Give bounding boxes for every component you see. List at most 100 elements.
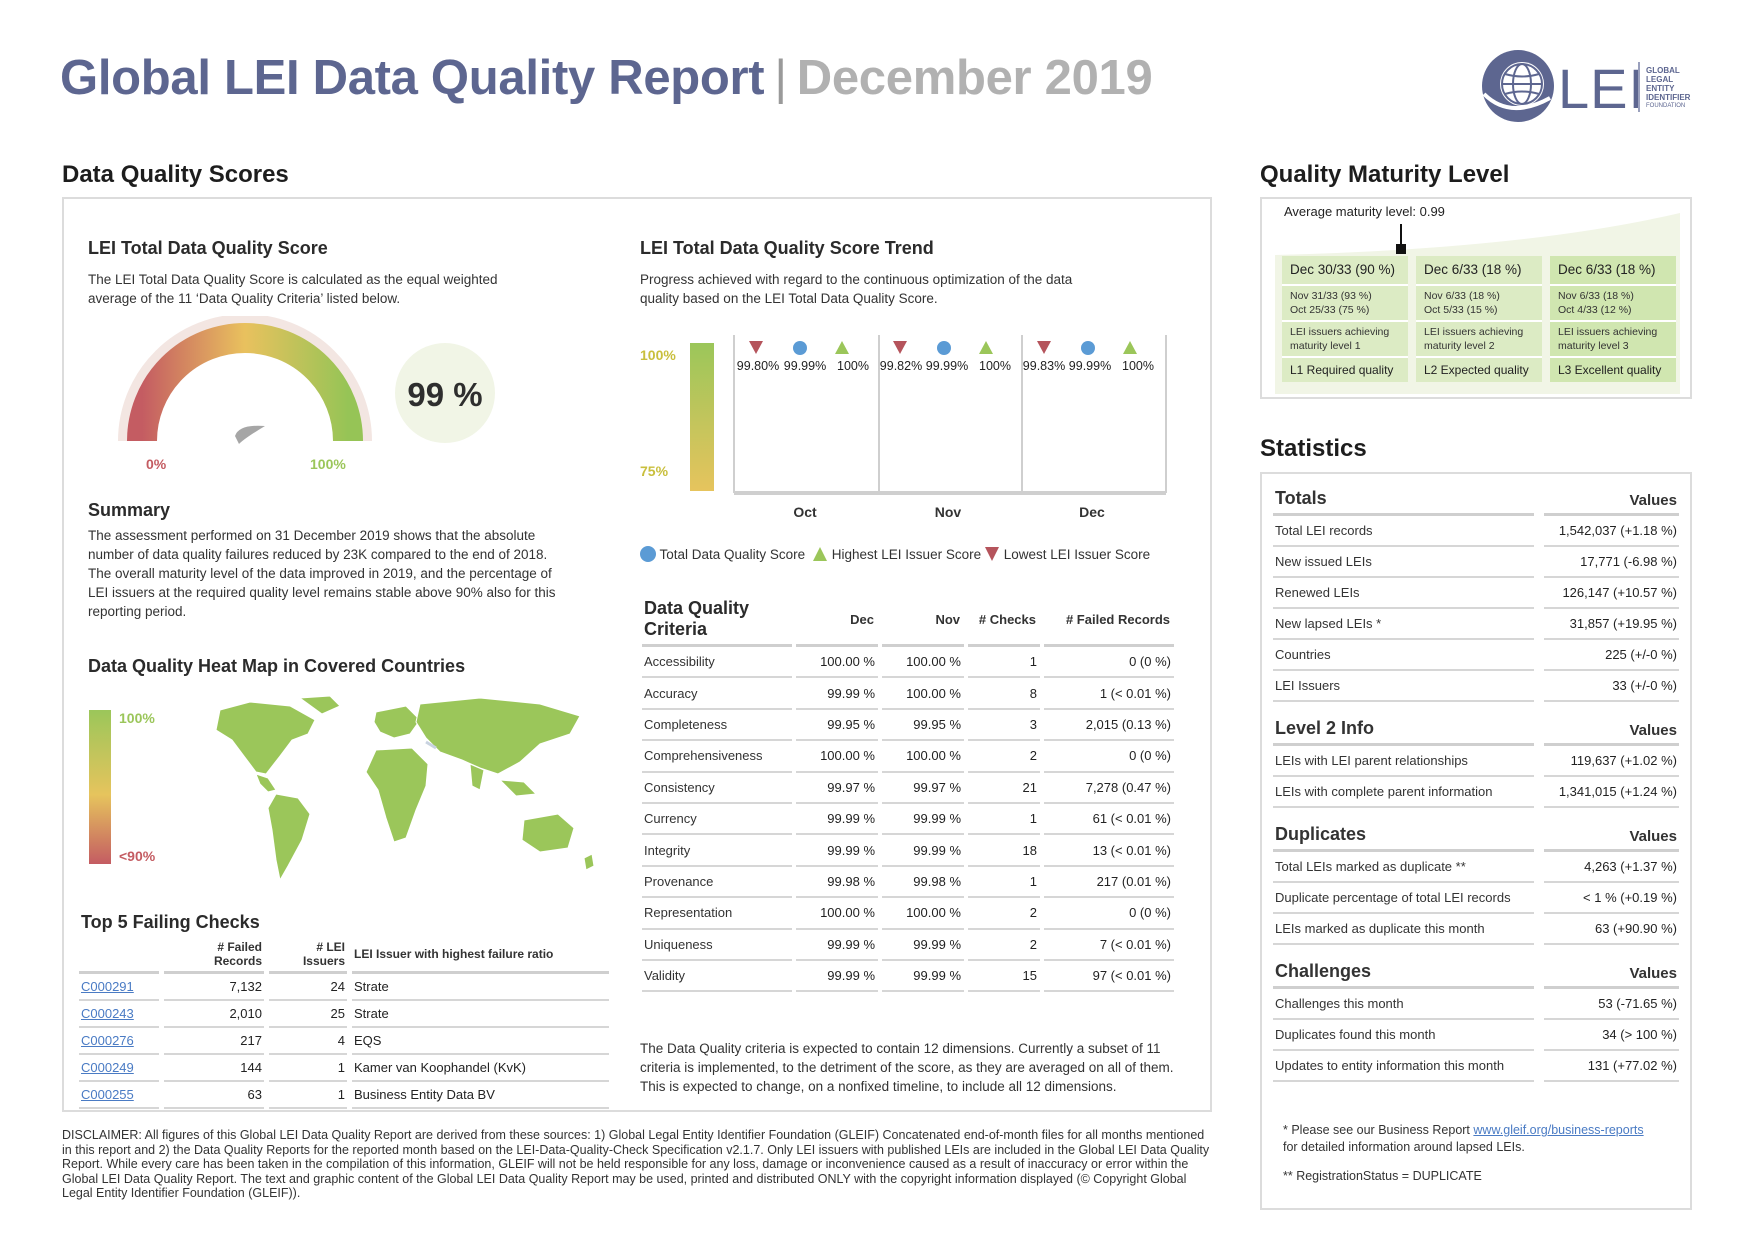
table-row: Challenges this month 53 (-71.65 %): [1273, 989, 1679, 1020]
disclaimer: DISCLAIMER: All figures of this Global L…: [62, 1128, 1210, 1201]
check-code-link[interactable]: C000276: [79, 1028, 159, 1055]
check-code-link[interactable]: C000243: [79, 1001, 159, 1028]
maturity-level-label: L2 Expected quality: [1416, 356, 1542, 382]
checks-count: 21: [968, 773, 1040, 804]
table-row: Provenance 99.98 % 99.98 % 1 217 (0.01 %): [642, 867, 1174, 899]
failing-checks-header-row: # Failed Records # LEI Issuers LEI Issue…: [79, 940, 609, 974]
failed-records: 63: [164, 1082, 264, 1109]
maturity-level-label: L1 Required quality: [1282, 356, 1408, 382]
table-row: LEI Issuers 33 (+/-0 %): [1273, 671, 1679, 702]
lei-issuers-count: 1: [269, 1055, 347, 1082]
checks-count: 3: [968, 710, 1040, 742]
total-marker-oct: [793, 341, 807, 355]
nov-score: 100.00 %: [882, 647, 964, 679]
table-row: Total LEI records 1,542,037 (+1.18 %): [1273, 516, 1679, 547]
nov-score: 99.95 %: [882, 710, 964, 742]
trend-month-nov: Nov: [934, 504, 962, 520]
table-row: Consistency 99.97 % 99.97 % 21 7,278 (0.47 %…: [642, 773, 1174, 804]
average-maturity-label: Average maturity level: 0.99: [1284, 204, 1445, 219]
stats-table-totals: Totals Values Total LEI records 1,542,037 (…: [1263, 482, 1689, 702]
highest-marker-dec: [1123, 341, 1137, 354]
table-row: C000255 63 1 Business Entity Data BV: [79, 1082, 609, 1109]
checks-count: 8: [968, 678, 1040, 710]
dec-score: 99.99 %: [796, 835, 878, 867]
stat-value: 17,771 (-6.98 %): [1544, 547, 1679, 578]
trend-axis-top: 100%: [640, 347, 676, 363]
trend-value-nov-highest: 100%: [979, 359, 1011, 373]
failing-col-failed: # Failed Records: [164, 940, 264, 974]
checks-count: 1: [968, 867, 1040, 899]
section-title-statistics: Statistics: [1260, 435, 1367, 462]
total-marker-nov: [937, 341, 951, 355]
check-code-link[interactable]: C000249: [79, 1055, 159, 1082]
statistics-tables: Totals Values Total LEI records 1,542,037 (…: [1263, 482, 1689, 1092]
trend-value-dec-lowest: 99.83%: [1022, 359, 1066, 373]
table-row: Validity 99.99 % 99.99 % 15 97 (< 0.01 %): [642, 961, 1174, 993]
stats-group-title: Challenges: [1273, 955, 1534, 989]
trend-value-dec-total: 99.99%: [1068, 359, 1112, 373]
maturity-column-2: Dec 6/33 (18 %) Nov 6/33 (18 %) Oct 5/33 (…: [1416, 256, 1542, 382]
heatmap-title: Data Quality Heat Map in Covered Countri…: [88, 656, 466, 676]
failed-records: 217 (0.01 %): [1044, 867, 1174, 899]
table-row: LEIs marked as duplicate this month 63 (+…: [1273, 914, 1679, 945]
stat-label: Duplicates found this month: [1273, 1020, 1534, 1051]
region-australia: [521, 813, 575, 853]
table-row: Accuracy 99.99 % 100.00 % 8 1 (< 0.01 %): [642, 678, 1174, 710]
table-row: LEIs with LEI parent relationships 119,63…: [1273, 746, 1679, 777]
table-row: Comprehensiveness 100.00 % 100.00 % 2 0 (0 %…: [642, 741, 1174, 773]
failed-records: 97 (< 0.01 %): [1044, 961, 1174, 993]
table-row: New lapsed LEIs * 31,857 (+19.95 %): [1273, 609, 1679, 640]
table-row: Countries 225 (+/-0 %): [1273, 640, 1679, 671]
stats-values-header: Values: [1544, 818, 1679, 852]
lei-issuers-count: 25: [269, 1001, 347, 1028]
stat-label: Duplicate percentage of total LEI record…: [1273, 883, 1534, 914]
business-reports-link[interactable]: www.gleif.org/business-reports: [1473, 1123, 1643, 1137]
check-code-link[interactable]: C000255: [79, 1082, 159, 1109]
duplicate-note: ** RegistrationStatus = DUPLICATE: [1283, 1169, 1482, 1183]
trend-value-dec-highest: 100%: [1122, 359, 1154, 373]
criteria-col-dec: Dec: [796, 598, 878, 647]
legend-highest: Highest LEI Issuer Score: [812, 546, 981, 562]
maturity-column-3: Dec 6/33 (18 %) Nov 6/33 (18 %) Oct 4/33 (…: [1550, 256, 1676, 382]
world-heat-map: [215, 695, 595, 882]
maturity-current: Dec 6/33 (18 %): [1424, 262, 1522, 277]
stats-group-title: Duplicates: [1273, 818, 1534, 852]
legend-lowest: Lowest LEI Issuer Score: [984, 546, 1150, 562]
table-row: Accessibility 100.00 % 100.00 % 1 0 (0 %): [642, 647, 1174, 679]
maturity-description: LEI issuers achieving maturity level 1: [1282, 320, 1408, 356]
issuer-name: Strate: [352, 1001, 609, 1028]
stat-value: 63 (+90.90 %): [1544, 914, 1679, 945]
trend-value-nov-total: 99.99%: [925, 359, 969, 373]
maturity-history: Nov 6/33 (18 %) Oct 4/33 (12 %): [1550, 284, 1676, 320]
trend-month-oct: Oct: [793, 504, 817, 520]
nov-score: 99.97 %: [882, 773, 964, 804]
failed-records: 0 (0 %): [1044, 647, 1174, 679]
criteria-header-row: Data Quality Criteria Dec Nov # Checks #…: [642, 598, 1174, 647]
stat-label: LEIs marked as duplicate this month: [1273, 914, 1534, 945]
maturity-description: LEI issuers achieving maturity level 3: [1550, 320, 1676, 356]
nov-score: 99.99 %: [882, 961, 964, 993]
total-score-value: 99 %: [407, 376, 483, 413]
issuer-name: Kamer van Koophandel (KvK): [352, 1055, 609, 1082]
lei-issuers-count: 4: [269, 1028, 347, 1055]
criteria-name: Completeness: [642, 710, 792, 742]
dec-score: 99.99 %: [796, 961, 878, 993]
failed-records: 7 (< 0.01 %): [1044, 930, 1174, 961]
criteria-name: Representation: [642, 898, 792, 930]
checks-count: 15: [968, 961, 1040, 993]
gauge-arc: [127, 323, 363, 442]
heatmap-scale-bar: [89, 710, 111, 864]
stat-value: 53 (-71.65 %): [1544, 989, 1679, 1020]
criteria-name: Accessibility: [642, 647, 792, 679]
table-row: Uniqueness 99.99 % 99.99 % 2 7 (< 0.01 %): [642, 930, 1174, 961]
failing-checks-table: # Failed Records # LEI Issuers LEI Issue…: [74, 940, 614, 1109]
table-row: Integrity 99.99 % 99.99 % 18 13 (< 0.01 %): [642, 835, 1174, 867]
trend-title: LEI Total Data Quality Score Trend: [640, 238, 934, 258]
maturity-current: Dec 30/33 (90 %): [1290, 262, 1396, 277]
stat-value: 131 (+77.02 %): [1544, 1051, 1679, 1082]
stats-header-row: Duplicates Values: [1273, 818, 1679, 852]
region-new-zealand: [583, 853, 595, 871]
failed-records: 7,278 (0.47 %): [1044, 773, 1174, 804]
check-code-link[interactable]: C000291: [79, 974, 159, 1001]
table-row: Total LEIs marked as duplicate ** 4,263 (…: [1273, 852, 1679, 883]
